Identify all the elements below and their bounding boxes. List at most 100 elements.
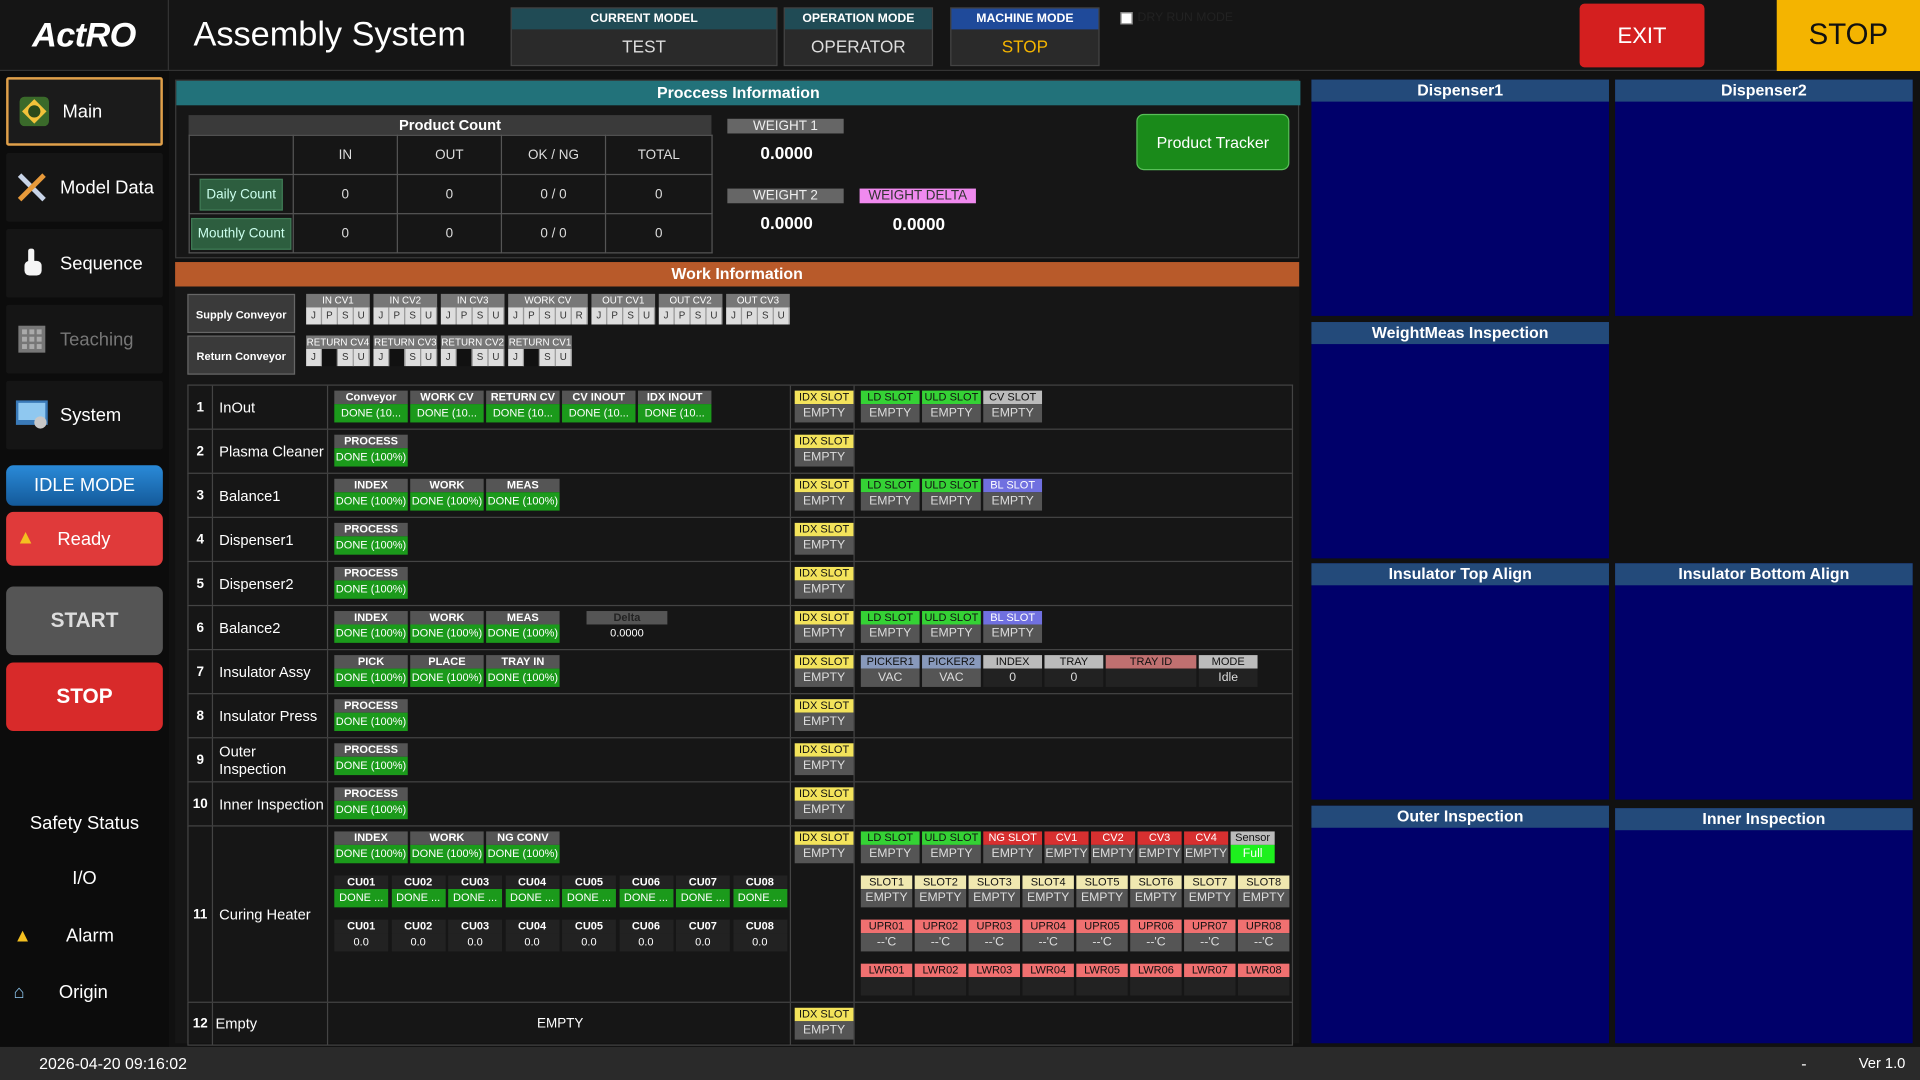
step-name: TRAY IN [486,655,560,669]
ready-button[interactable]: ▲ Ready [6,511,163,566]
table-cell: 0 [292,213,398,254]
origin-label: Origin [58,981,108,1003]
slot-name: ULD SLOT [922,611,981,625]
step-name: Conveyor [334,390,408,405]
origin-button[interactable]: ⌂ Origin [6,967,163,1016]
idx-slot-label: IDX SLOT [794,743,854,757]
sidebar-item-main[interactable]: Main [6,77,163,146]
conveyor-name: RETURN CV1 [508,335,572,349]
conveyor-name: OUT CV2 [658,293,723,308]
heater-slot-value: EMPTY [1076,888,1128,908]
cu-status: CU07 0.0 [675,919,730,952]
row-slots: LD SLOT EMPTY ULD SLOT EMPTY CV SLOT EMPTY [857,386,1294,429]
heater-slot-value [914,977,967,996]
row-steps: INDEX DONE (100%) WORK DONE (100%) MEAS DONE … [331,606,792,649]
slot-name: NG SLOT [983,831,1043,845]
idx-slot-value: EMPTY [794,756,854,776]
supply-conveyor-button[interactable]: Supply Conveyor [187,293,296,334]
step-name: PROCESS [334,434,408,449]
cu-name: CU01 [334,919,389,934]
sidebar-item-system[interactable]: System [6,380,163,450]
slot-status: NG SLOT EMPTY [983,831,1043,864]
conveyor-cell: P [524,307,541,325]
row-name: Insulator Press [216,694,329,738]
heater-slot-value [1184,977,1236,996]
heater-slot-value: --'C [860,933,913,952]
row-idx: IDX SLOT EMPTY [791,694,855,738]
conveyor-name: RETURN CV3 [373,335,438,349]
process-info-title: Proccess Information [176,80,1301,106]
safety-status-button[interactable]: Safety Status [6,800,163,849]
conveyor-cell: U [555,307,572,325]
cu-value: DONE ... [448,888,503,908]
conveyor-cell: P [456,307,473,325]
heater-slot: SLOT2 EMPTY [914,875,967,908]
monthly-count-button[interactable]: Mouthly Count [190,217,293,250]
cu-name: CU05 [562,919,616,934]
heater-slot: UPR05 --'C [1076,919,1128,952]
heater-slot: SLOT4 EMPTY [1022,875,1074,908]
current-model-value: TEST [622,36,666,57]
idx-slot-label: IDX SLOT [794,787,854,801]
row-slots: PICKER1 VAC PICKER2 VAC INDEX 0 TRAY 0 TRAY ID MO… [857,650,1294,693]
row-number: 5 [189,562,214,605]
work-row: 2 Plasma Cleaner PROCESS DONE (100%) IDX SLO… [187,428,1294,473]
daily-count-button[interactable]: Daily Count [199,178,284,211]
alarm-button[interactable]: ▲ Alarm [6,911,163,960]
cu-name: CU08 [732,875,787,889]
io-button[interactable]: I/O [6,855,163,904]
conveyor-cells: JPSU [306,307,370,325]
conveyor-cell: J [373,307,390,325]
conveyor-group: IN CV1 J P S U [306,293,370,325]
app-logo: ActRO [0,0,169,72]
heater-slot-value: --'C [914,933,967,952]
idx-slot-value: EMPTY [794,712,854,732]
conveyor-cell: U [639,307,656,325]
row-idx: IDX SLOT EMPTY [791,473,855,517]
step-status: WORK CV DONE (10... [410,390,484,423]
step-value: DONE (100%) [334,668,408,687]
stop-header-button[interactable]: STOP [1776,0,1920,72]
slot-status: BL SLOT EMPTY [983,478,1043,511]
idx-slot-value: EMPTY [794,404,854,423]
product-tracker-button[interactable]: Product Tracker [1136,113,1290,171]
cu-name: CU04 [505,919,559,934]
cu-value: DONE ... [732,888,787,908]
conveyor-group: RETURN CV3 J S U [373,335,438,367]
sidebar-item-sequence[interactable]: Sequence [6,228,163,298]
heater-slot: LWR08 [1237,963,1290,996]
row-idx: IDX SLOT EMPTY [791,650,855,694]
row-slots [857,518,1294,561]
return-conveyor-button[interactable]: Return Conveyor [187,335,296,375]
cu-status: CU01 0.0 [334,919,389,952]
slot-value: VAC [922,668,981,687]
panel-title: Inner Inspection [1615,808,1913,831]
heater-slot: SLOT1 EMPTY [860,875,913,908]
dry-run-checkbox[interactable] [1120,11,1133,24]
row-slots: LD SLOT EMPTY ULD SLOT EMPTY BL SLOT EMPTY [857,606,1294,649]
warning-icon: ▲ [15,527,36,549]
conveyor-cell: P [674,307,691,325]
conveyor-cell: J [508,348,525,367]
idx-slot-value: EMPTY [794,844,854,864]
idle-mode-button[interactable]: IDLE MODE [6,465,163,506]
slot-name: ULD SLOT [922,390,981,405]
step-value: DONE (10... [410,404,484,423]
col-header: OUT [396,134,503,176]
conveyor-group: RETURN CV1 J S U [508,335,572,367]
step-name: PROCESS [334,787,408,801]
heater-slot: UPR08 --'C [1237,919,1290,952]
slot-status: CV4 EMPTY [1184,831,1229,864]
dry-run-toggle[interactable]: DRY RUN MODE [1120,11,1233,24]
row-number: 1 [189,385,214,429]
sidebar-item-model-data[interactable]: Model Data [6,153,163,222]
stop-button[interactable]: STOP [6,662,163,732]
table-cell: 0 [396,213,503,254]
step-name: PLACE [410,655,484,669]
start-button[interactable]: START [6,586,163,656]
exit-button[interactable]: EXIT [1579,3,1705,68]
step-name: WORK [410,611,484,625]
sidebar-item-teaching[interactable]: Teaching [6,304,163,374]
idx-slot-label: IDX SLOT [794,522,854,537]
slot-status: BL SLOT EMPTY [983,611,1043,643]
